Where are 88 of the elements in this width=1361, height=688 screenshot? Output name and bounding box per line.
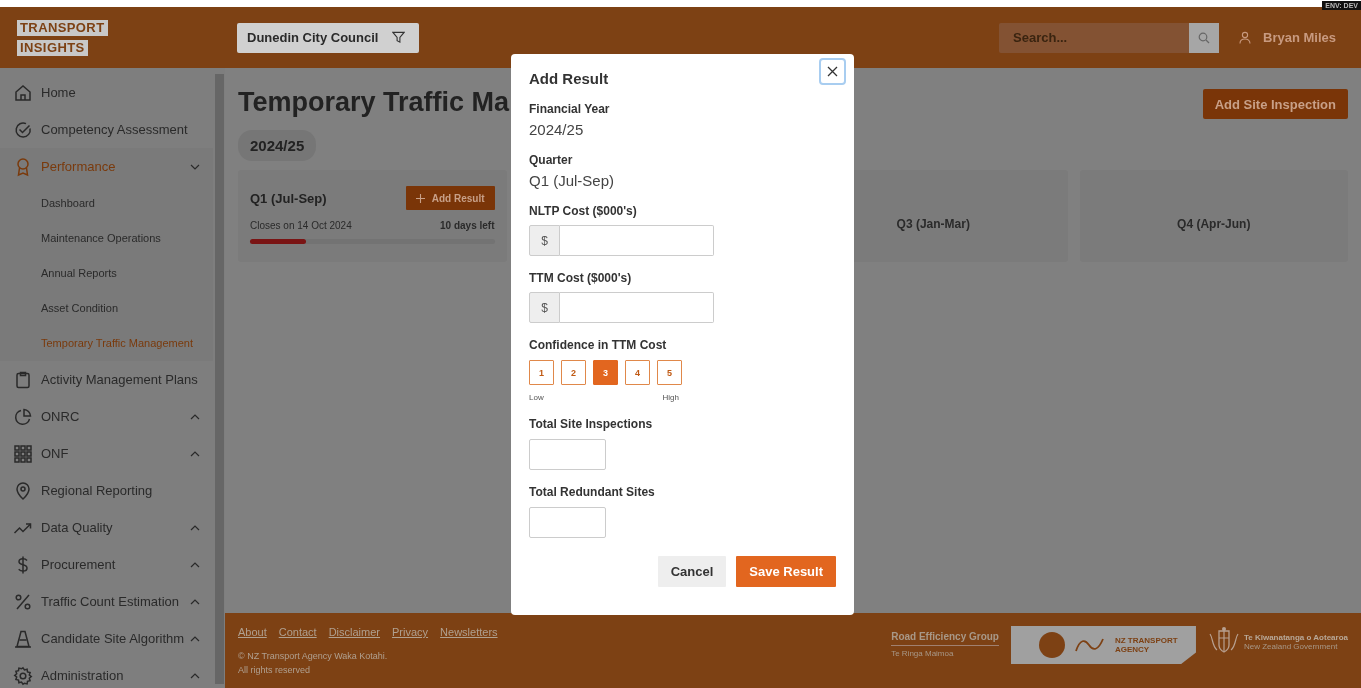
cone-icon (13, 628, 33, 649)
check-circle-icon (13, 119, 33, 140)
grid-icon (13, 443, 33, 464)
sidebar-subitem[interactable]: Temporary Traffic Management (0, 325, 213, 360)
logo-text: INSIGHTS (17, 39, 88, 56)
location-pin-icon (13, 480, 33, 501)
scrollbar[interactable] (215, 74, 224, 684)
sidebar-item[interactable]: Activity Management Plans (0, 361, 213, 398)
sidebar-item[interactable]: Administration (0, 657, 213, 688)
field-label: Quarter (529, 153, 574, 167)
search-button[interactable] (1189, 22, 1219, 53)
rating-option[interactable]: 3 (593, 360, 618, 385)
number-input[interactable] (529, 507, 606, 538)
field-label: Total Redundant Sites (529, 485, 656, 499)
scale-label: High (662, 393, 679, 402)
sidebar-subitem[interactable]: Dashboard (0, 185, 213, 220)
sidebar-subitem[interactable]: Maintenance Operations (0, 220, 213, 255)
field-label: TTM Cost ($000's) (529, 271, 633, 285)
pie-chart-icon (13, 406, 33, 427)
sidebar-item[interactable]: Traffic Count Estimation (0, 583, 213, 620)
circle-logo-icon (1038, 632, 1065, 658)
year-tab[interactable]: 2024/25 (238, 130, 317, 161)
add-site-inspection-button[interactable]: Add Site Inspection (1202, 89, 1348, 119)
partner-name: Road Efficiency Group (891, 631, 999, 646)
search-icon (1198, 31, 1210, 44)
field-label: NLTP Cost ($000's) (529, 204, 638, 218)
rating-option[interactable]: 5 (657, 360, 682, 385)
organisation-filter[interactable]: Dunedin City Council (237, 22, 420, 53)
sidebar-item[interactable]: Procurement (0, 546, 213, 583)
sidebar-item[interactable]: Home (0, 74, 213, 111)
footer-link[interactable]: Newsletters (440, 626, 498, 638)
sidebar-item[interactable]: Regional Reporting (0, 472, 213, 509)
field-label: Total Site Inspections (529, 417, 654, 431)
sidebar-item[interactable]: Candidate Site Algorithm (0, 620, 213, 657)
field-value: 2024/25 (529, 121, 585, 138)
copyright-text: © NZ Transport Agency Waka Kotahi. (238, 651, 389, 661)
government-name: New Zealand Government (1243, 642, 1339, 651)
wave-logo-icon (1074, 637, 1105, 653)
sidebar-item[interactable]: ONRC (0, 398, 213, 435)
add-result-button[interactable]: Add Result (405, 186, 495, 210)
sidebar-item[interactable]: ONF (0, 435, 213, 472)
footer-link[interactable]: About (238, 626, 267, 638)
government-name: Te Kīwanatanga o Aotearoa (1243, 633, 1348, 642)
sidebar-subitem[interactable]: Asset Condition (0, 290, 213, 325)
field-label: Financial Year (529, 102, 611, 116)
currency-prefix: $ (529, 225, 560, 256)
days-left: 10 days left (440, 220, 495, 231)
field-value: Q1 (Jul-Sep) (529, 172, 616, 189)
rating-option[interactable]: 2 (561, 360, 586, 385)
footer-link[interactable]: Contact (278, 626, 317, 638)
footer-link[interactable]: Privacy (392, 626, 429, 638)
agency-name: AGENCY (1114, 645, 1151, 654)
quarter-title: Q4 (Apr-Jun) (1177, 217, 1251, 231)
field-label: Confidence in TTM Cost (529, 338, 668, 352)
currency-input[interactable] (560, 225, 714, 256)
settings-icon (13, 665, 33, 686)
user-icon (1239, 31, 1251, 44)
sidebar-subitem[interactable]: Annual Reports (0, 255, 213, 290)
close-icon (827, 66, 838, 77)
currency-input[interactable] (560, 292, 714, 323)
plus-icon (415, 193, 425, 203)
closing-date: Closes on 14 Oct 2024 (250, 220, 352, 231)
close-button[interactable] (819, 58, 846, 85)
sidebar-item[interactable]: Data Quality (0, 509, 213, 546)
quarter-title: Q1 (Jul-Sep) (250, 190, 327, 206)
dialog-title: Add Result (529, 70, 609, 87)
percent-icon (13, 591, 33, 612)
home-icon (13, 82, 33, 103)
rating-option[interactable]: 1 (529, 360, 554, 385)
number-input[interactable] (529, 439, 606, 470)
currency-prefix: $ (529, 292, 560, 323)
page-title: Temporary Traffic Ma (238, 87, 510, 118)
quarter-title: Q3 (Jan-Mar) (896, 217, 970, 231)
search-field[interactable]: Search... (999, 22, 1189, 53)
partner-subtitle: Te Ringa Maimoa (891, 649, 955, 658)
sidebar-item[interactable]: Performance (0, 148, 213, 185)
scale-label: Low (529, 393, 544, 402)
footer-link[interactable]: Disclaimer (328, 626, 380, 638)
rating-option[interactable]: 4 (625, 360, 650, 385)
cancel-button[interactable]: Cancel (657, 556, 727, 587)
user-name[interactable]: Bryan Miles (1263, 30, 1336, 45)
agency-name: NZ TRANSPORT (1114, 636, 1178, 645)
copyright-text: All rights reserved (238, 665, 312, 675)
clipboard-icon (13, 369, 33, 390)
filter-icon (392, 31, 406, 44)
save-button[interactable]: Save Result (736, 556, 836, 587)
sidebar-item[interactable]: Competency Assessment (0, 111, 213, 148)
logo-text: TRANSPORT (17, 19, 108, 36)
